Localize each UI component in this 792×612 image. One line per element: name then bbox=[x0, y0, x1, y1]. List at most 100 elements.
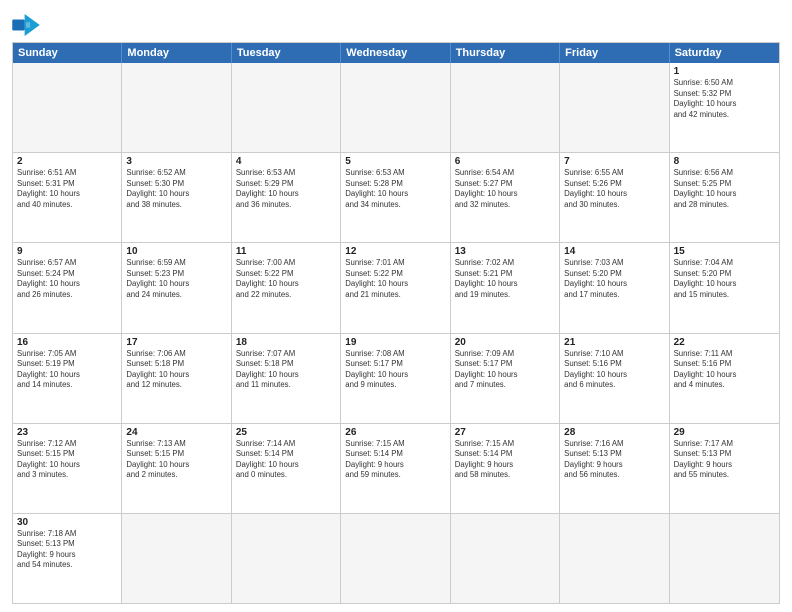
calendar-cell: 10Sunrise: 6:59 AM Sunset: 5:23 PM Dayli… bbox=[122, 243, 231, 332]
calendar-cell: 26Sunrise: 7:15 AM Sunset: 5:14 PM Dayli… bbox=[341, 424, 450, 513]
calendar-cell bbox=[560, 514, 669, 603]
calendar-cell: 1Sunrise: 6:50 AM Sunset: 5:32 PM Daylig… bbox=[670, 63, 779, 152]
day-info: Sunrise: 7:08 AM Sunset: 5:17 PM Dayligh… bbox=[345, 349, 445, 391]
day-number: 5 bbox=[345, 156, 445, 167]
weekday-header-friday: Friday bbox=[560, 43, 669, 63]
day-number: 13 bbox=[455, 246, 555, 257]
page: SundayMondayTuesdayWednesdayThursdayFrid… bbox=[0, 0, 792, 612]
calendar-cell bbox=[451, 514, 560, 603]
calendar-cell: 8Sunrise: 6:56 AM Sunset: 5:25 PM Daylig… bbox=[670, 153, 779, 242]
calendar-row-3: 16Sunrise: 7:05 AM Sunset: 5:19 PM Dayli… bbox=[13, 333, 779, 423]
calendar-cell bbox=[341, 63, 450, 152]
day-number: 25 bbox=[236, 427, 336, 438]
calendar-cell bbox=[232, 63, 341, 152]
day-number: 27 bbox=[455, 427, 555, 438]
day-info: Sunrise: 7:02 AM Sunset: 5:21 PM Dayligh… bbox=[455, 258, 555, 300]
day-number: 21 bbox=[564, 337, 664, 348]
day-info: Sunrise: 6:50 AM Sunset: 5:32 PM Dayligh… bbox=[674, 78, 775, 120]
calendar-cell bbox=[122, 63, 231, 152]
calendar-cell: 29Sunrise: 7:17 AM Sunset: 5:13 PM Dayli… bbox=[670, 424, 779, 513]
day-number: 2 bbox=[17, 156, 117, 167]
day-info: Sunrise: 7:13 AM Sunset: 5:15 PM Dayligh… bbox=[126, 439, 226, 481]
day-number: 7 bbox=[564, 156, 664, 167]
day-number: 11 bbox=[236, 246, 336, 257]
day-number: 14 bbox=[564, 246, 664, 257]
calendar-cell: 6Sunrise: 6:54 AM Sunset: 5:27 PM Daylig… bbox=[451, 153, 560, 242]
calendar-cell: 30Sunrise: 7:18 AM Sunset: 5:13 PM Dayli… bbox=[13, 514, 122, 603]
logo bbox=[12, 14, 44, 36]
calendar-cell: 7Sunrise: 6:55 AM Sunset: 5:26 PM Daylig… bbox=[560, 153, 669, 242]
calendar-cell: 5Sunrise: 6:53 AM Sunset: 5:28 PM Daylig… bbox=[341, 153, 450, 242]
day-info: Sunrise: 6:56 AM Sunset: 5:25 PM Dayligh… bbox=[674, 168, 775, 210]
day-number: 22 bbox=[674, 337, 775, 348]
day-number: 30 bbox=[17, 517, 117, 528]
day-info: Sunrise: 7:04 AM Sunset: 5:20 PM Dayligh… bbox=[674, 258, 775, 300]
day-number: 20 bbox=[455, 337, 555, 348]
day-number: 19 bbox=[345, 337, 445, 348]
weekday-header-wednesday: Wednesday bbox=[341, 43, 450, 63]
day-number: 17 bbox=[126, 337, 226, 348]
day-number: 16 bbox=[17, 337, 117, 348]
calendar-cell: 17Sunrise: 7:06 AM Sunset: 5:18 PM Dayli… bbox=[122, 334, 231, 423]
day-info: Sunrise: 6:53 AM Sunset: 5:29 PM Dayligh… bbox=[236, 168, 336, 210]
weekday-header-tuesday: Tuesday bbox=[232, 43, 341, 63]
day-number: 28 bbox=[564, 427, 664, 438]
calendar-cell bbox=[122, 514, 231, 603]
day-number: 23 bbox=[17, 427, 117, 438]
calendar-cell bbox=[341, 514, 450, 603]
calendar-cell: 25Sunrise: 7:14 AM Sunset: 5:14 PM Dayli… bbox=[232, 424, 341, 513]
calendar-cell: 28Sunrise: 7:16 AM Sunset: 5:13 PM Dayli… bbox=[560, 424, 669, 513]
calendar-cell: 15Sunrise: 7:04 AM Sunset: 5:20 PM Dayli… bbox=[670, 243, 779, 332]
calendar-row-0: 1Sunrise: 6:50 AM Sunset: 5:32 PM Daylig… bbox=[13, 63, 779, 152]
calendar-cell: 23Sunrise: 7:12 AM Sunset: 5:15 PM Dayli… bbox=[13, 424, 122, 513]
weekday-header-monday: Monday bbox=[122, 43, 231, 63]
calendar-cell: 14Sunrise: 7:03 AM Sunset: 5:20 PM Dayli… bbox=[560, 243, 669, 332]
day-number: 4 bbox=[236, 156, 336, 167]
day-number: 9 bbox=[17, 246, 117, 257]
day-number: 8 bbox=[674, 156, 775, 167]
day-number: 6 bbox=[455, 156, 555, 167]
weekday-header-thursday: Thursday bbox=[451, 43, 560, 63]
calendar-cell: 27Sunrise: 7:15 AM Sunset: 5:14 PM Dayli… bbox=[451, 424, 560, 513]
header bbox=[12, 10, 780, 36]
calendar-cell: 20Sunrise: 7:09 AM Sunset: 5:17 PM Dayli… bbox=[451, 334, 560, 423]
day-number: 18 bbox=[236, 337, 336, 348]
day-info: Sunrise: 6:55 AM Sunset: 5:26 PM Dayligh… bbox=[564, 168, 664, 210]
day-number: 15 bbox=[674, 246, 775, 257]
calendar: SundayMondayTuesdayWednesdayThursdayFrid… bbox=[12, 42, 780, 604]
calendar-header: SundayMondayTuesdayWednesdayThursdayFrid… bbox=[13, 43, 779, 63]
calendar-cell: 9Sunrise: 6:57 AM Sunset: 5:24 PM Daylig… bbox=[13, 243, 122, 332]
day-info: Sunrise: 7:03 AM Sunset: 5:20 PM Dayligh… bbox=[564, 258, 664, 300]
day-info: Sunrise: 6:52 AM Sunset: 5:30 PM Dayligh… bbox=[126, 168, 226, 210]
day-info: Sunrise: 7:17 AM Sunset: 5:13 PM Dayligh… bbox=[674, 439, 775, 481]
calendar-cell: 19Sunrise: 7:08 AM Sunset: 5:17 PM Dayli… bbox=[341, 334, 450, 423]
calendar-cell bbox=[13, 63, 122, 152]
day-number: 29 bbox=[674, 427, 775, 438]
generalblue-logo-icon bbox=[12, 14, 40, 36]
calendar-cell: 12Sunrise: 7:01 AM Sunset: 5:22 PM Dayli… bbox=[341, 243, 450, 332]
calendar-cell: 11Sunrise: 7:00 AM Sunset: 5:22 PM Dayli… bbox=[232, 243, 341, 332]
day-info: Sunrise: 7:07 AM Sunset: 5:18 PM Dayligh… bbox=[236, 349, 336, 391]
weekday-header-saturday: Saturday bbox=[670, 43, 779, 63]
day-info: Sunrise: 7:09 AM Sunset: 5:17 PM Dayligh… bbox=[455, 349, 555, 391]
calendar-cell: 22Sunrise: 7:11 AM Sunset: 5:16 PM Dayli… bbox=[670, 334, 779, 423]
calendar-cell: 3Sunrise: 6:52 AM Sunset: 5:30 PM Daylig… bbox=[122, 153, 231, 242]
calendar-cell bbox=[560, 63, 669, 152]
day-info: Sunrise: 7:10 AM Sunset: 5:16 PM Dayligh… bbox=[564, 349, 664, 391]
calendar-cell bbox=[451, 63, 560, 152]
calendar-row-1: 2Sunrise: 6:51 AM Sunset: 5:31 PM Daylig… bbox=[13, 152, 779, 242]
calendar-row-5: 30Sunrise: 7:18 AM Sunset: 5:13 PM Dayli… bbox=[13, 513, 779, 603]
calendar-cell: 21Sunrise: 7:10 AM Sunset: 5:16 PM Dayli… bbox=[560, 334, 669, 423]
calendar-cell: 4Sunrise: 6:53 AM Sunset: 5:29 PM Daylig… bbox=[232, 153, 341, 242]
day-info: Sunrise: 7:05 AM Sunset: 5:19 PM Dayligh… bbox=[17, 349, 117, 391]
day-number: 3 bbox=[126, 156, 226, 167]
calendar-cell: 2Sunrise: 6:51 AM Sunset: 5:31 PM Daylig… bbox=[13, 153, 122, 242]
day-info: Sunrise: 7:15 AM Sunset: 5:14 PM Dayligh… bbox=[455, 439, 555, 481]
calendar-row-4: 23Sunrise: 7:12 AM Sunset: 5:15 PM Dayli… bbox=[13, 423, 779, 513]
calendar-cell: 13Sunrise: 7:02 AM Sunset: 5:21 PM Dayli… bbox=[451, 243, 560, 332]
calendar-cell: 24Sunrise: 7:13 AM Sunset: 5:15 PM Dayli… bbox=[122, 424, 231, 513]
day-info: Sunrise: 7:18 AM Sunset: 5:13 PM Dayligh… bbox=[17, 529, 117, 571]
calendar-body: 1Sunrise: 6:50 AM Sunset: 5:32 PM Daylig… bbox=[13, 63, 779, 603]
day-number: 12 bbox=[345, 246, 445, 257]
calendar-cell: 18Sunrise: 7:07 AM Sunset: 5:18 PM Dayli… bbox=[232, 334, 341, 423]
